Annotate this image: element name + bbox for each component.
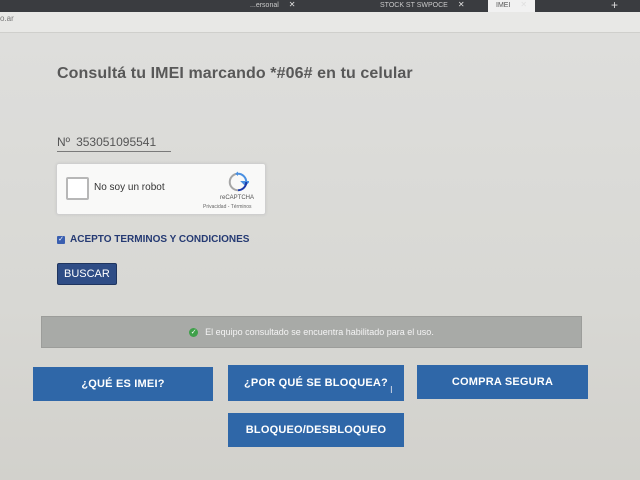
captcha-label: No soy un robot [94,182,165,193]
what-is-imei-button[interactable]: ¿QUÉ ES IMEI? [33,367,213,401]
tab-label: IMEI [496,2,511,9]
imei-value[interactable]: 353051095541 [76,135,156,149]
safe-purchase-button[interactable]: COMPRA SEGURA [417,365,588,399]
browser-tab-bar: ...ersonal ✕ STOCK ST SWPOCE ✕ IMEI ✕ + [0,0,640,12]
address-bar[interactable]: o.ar [0,12,640,33]
imei-prefix-label: Nº [57,135,71,149]
block-unblock-button[interactable]: BLOQUEO/DESBLOQUEO [228,413,404,447]
recaptcha-links[interactable]: Privacidad - Términos [203,204,252,210]
terms-label: ACEPTO TERMINOS Y CONDICIONES [70,234,250,245]
new-tab-button[interactable]: + [611,0,618,12]
page-content: Consultá tu IMEI marcando *#06# en tu ce… [0,33,640,480]
tab-label: STOCK ST SWPOCE [380,2,448,9]
imei-input[interactable]: Nº 353051095541 [57,133,171,152]
tab-label: ...ersonal [250,2,279,9]
status-banner: ✓ El equipo consultado se encuentra habi… [41,316,582,348]
status-message: El equipo consultado se encuentra habili… [205,327,434,337]
check-circle-icon: ✓ [189,327,199,337]
recaptcha-widget: No soy un robot reCAPTCHA Privacidad - T… [56,163,266,215]
browser-tab[interactable]: ...ersonal ✕ [250,0,296,12]
browser-tab[interactable]: STOCK ST SWPOCE ✕ [380,0,465,12]
close-icon[interactable]: ✕ [520,0,527,9]
close-icon[interactable]: ✕ [289,0,296,9]
browser-tab-active[interactable]: IMEI ✕ [488,0,536,12]
close-icon[interactable]: ✕ [458,0,465,9]
checkbox-empty-icon[interactable] [66,177,89,200]
search-button[interactable]: BUSCAR [57,263,117,285]
page-title: Consultá tu IMEI marcando *#06# en tu ce… [57,65,413,82]
recaptcha-logo-icon [228,171,249,192]
recaptcha-brand: reCAPTCHA [220,195,255,201]
terms-checkbox-row[interactable]: ✓ ACEPTO TERMINOS Y CONDICIONES [57,234,249,245]
why-blocked-button[interactable]: ¿POR QUÉ SE BLOQUEA? [228,365,404,401]
url-text[interactable]: o.ar [0,14,14,23]
text-cursor-icon: I [390,385,393,396]
checkbox-checked-icon[interactable]: ✓ [57,235,65,244]
